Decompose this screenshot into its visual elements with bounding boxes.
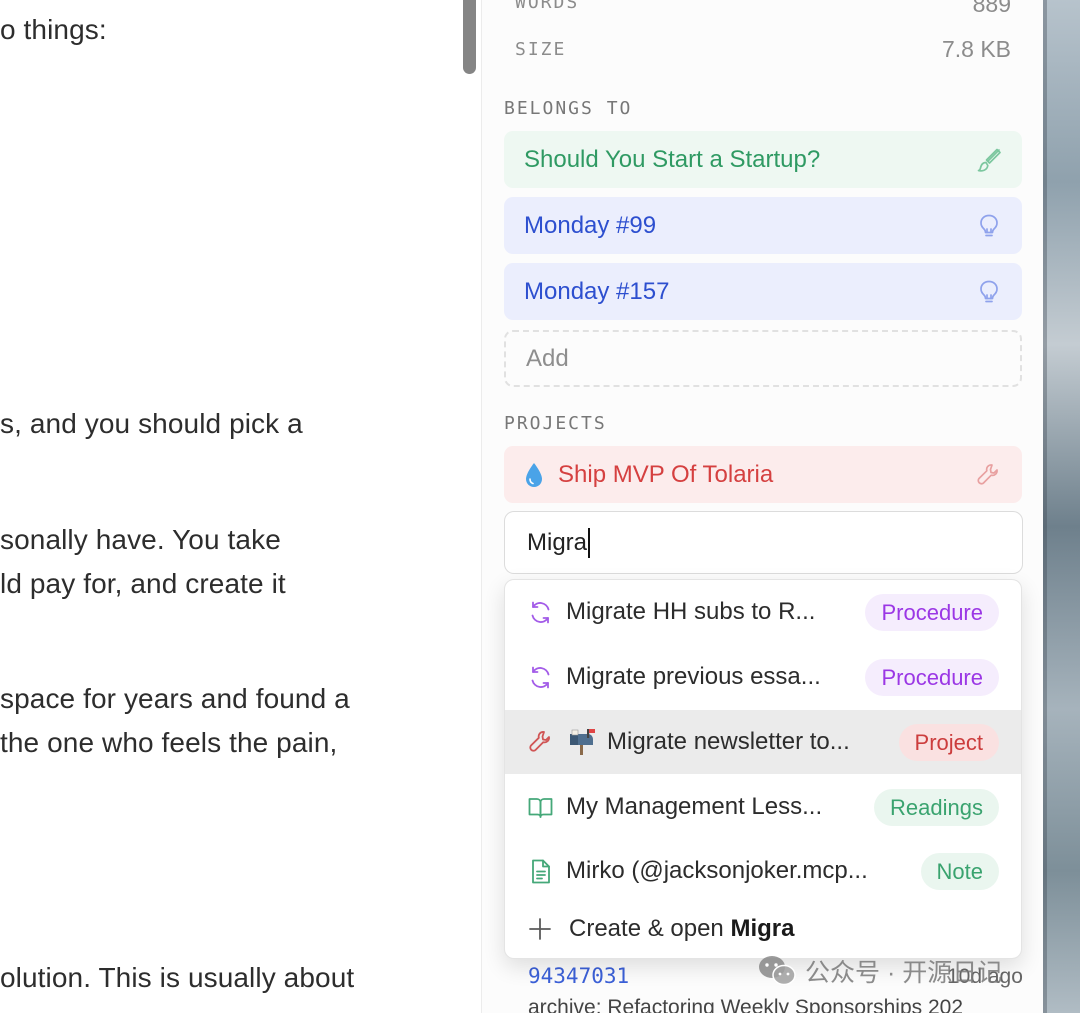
autocomplete-option[interactable]: Migrate HH subs to R... Procedure (505, 580, 1021, 644)
book-icon (528, 798, 553, 818)
type-badge: Note (920, 853, 999, 890)
add-belongs-to-button[interactable]: Add (504, 330, 1022, 387)
belongs-to-chip-label: Monday #99 (524, 211, 657, 239)
entry-hash: 94347031 (528, 964, 630, 988)
words-label: WORDS (515, 0, 580, 13)
wrench-icon (529, 731, 550, 752)
editor-text-line: ld pay for, and create it (0, 568, 286, 599)
projects-label: PROJECTS (504, 413, 607, 434)
belongs-to-chip[interactable]: Should You Start a Startup? (504, 131, 1022, 188)
type-badge: Readings (874, 789, 999, 826)
project-chip-label: Ship MVP Of Tolaria (558, 460, 774, 488)
autocomplete-option[interactable]: Mirko (@jacksonjoker.mcp... Note (505, 839, 1021, 903)
editor-pane[interactable]: o things: s, and you should pick a sonal… (0, 0, 480, 1013)
desktop-wallpaper-edge (1043, 0, 1080, 1013)
autocomplete-option[interactable]: My Management Less... Readings (505, 775, 1021, 839)
project-chip[interactable]: Ship MVP Of Tolaria (504, 446, 1022, 503)
type-badge: Project (898, 724, 999, 761)
editor-text-line: space for years and found a (0, 683, 350, 714)
search-input-value: Migra (527, 528, 588, 556)
type-badge: Procedure (865, 594, 999, 631)
editor-text-line: o things: (0, 14, 107, 45)
create-term: Migra (730, 915, 795, 942)
wrench-icon (977, 464, 998, 485)
autocomplete-option[interactable]: Migrate previous essa... Procedure (505, 645, 1021, 709)
create-option-label: Create & open Migra (569, 915, 794, 943)
lightbulb-icon (980, 280, 998, 303)
belongs-to-chip[interactable]: Monday #157 (504, 263, 1022, 320)
option-label: Mirko (@jacksonjoker.mcp... (566, 857, 868, 884)
editor-text-line: sonally have. You take (0, 524, 281, 555)
project-search-input[interactable]: Migra (504, 511, 1023, 574)
belongs-to-chip[interactable]: Monday #99 (504, 197, 1022, 254)
brush-icon (977, 148, 1001, 172)
create-prefix: Create & open (569, 915, 724, 942)
plus-icon (529, 918, 551, 940)
refresh-icon (531, 601, 550, 624)
editor-text-line: the one who feels the pain, (0, 727, 338, 758)
size-label: SIZE (515, 39, 567, 60)
editor-scrollbar-thumb[interactable] (463, 0, 476, 74)
editor-text-line: s, and you should pick a (0, 408, 303, 439)
words-value: 889 (972, 0, 1011, 17)
wechat-icon (759, 956, 796, 986)
refresh-icon (531, 666, 550, 689)
document-icon (532, 859, 550, 884)
text-cursor (588, 527, 591, 558)
belongs-to-chip-label: Monday #157 (524, 277, 670, 305)
size-value: 7.8 KB (941, 36, 1011, 62)
type-badge: Procedure (865, 659, 999, 696)
option-label: Migrate previous essa... (566, 663, 821, 690)
belongs-to-chip-label: Should You Start a Startup? (524, 145, 821, 173)
add-label: Add (526, 344, 569, 372)
lightbulb-icon (980, 214, 998, 237)
option-label: Migrate HH subs to R... (566, 598, 816, 625)
autocomplete-option-highlighted[interactable]: Migrate newsletter to... Project (505, 710, 1021, 774)
mailbox-emoji (570, 729, 595, 755)
droplet-emoji (526, 462, 542, 487)
option-label: Migrate newsletter to... (607, 728, 850, 755)
autocomplete-dropdown: Migrate HH subs to R... Procedure Migrat… (504, 579, 1022, 959)
watermark-text: 公众号 · 开源日记 (805, 959, 1003, 987)
entry-archive-title: archive: Refactoring Weekly Sponsorships… (528, 996, 964, 1013)
editor-text-line: olution. This is usually about (0, 962, 355, 993)
watermark: 公众号 · 开源日记 (757, 951, 1002, 991)
belongs-to-label: BELONGS TO (504, 98, 633, 119)
create-and-open-option[interactable]: Create & open Migra (505, 902, 1021, 958)
option-label: My Management Less... (566, 793, 823, 820)
